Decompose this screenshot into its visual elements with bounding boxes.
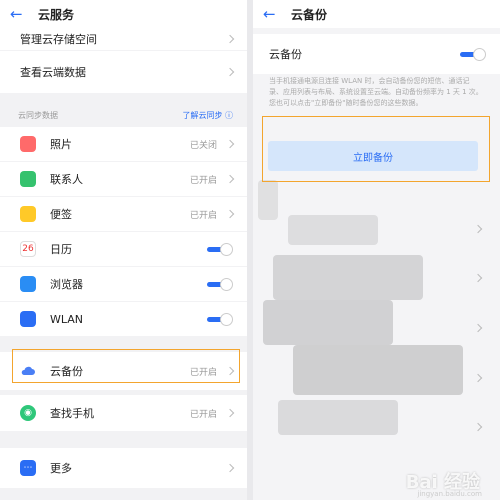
item-status: 已开启 xyxy=(189,409,217,420)
page-title: 云备份 xyxy=(291,7,328,22)
header: ← 云服务 xyxy=(0,0,247,28)
section-label: 云同步数据 xyxy=(18,111,58,120)
chevron-right-icon xyxy=(225,174,235,184)
item-label: 便签 xyxy=(50,208,72,221)
chevron-right-icon xyxy=(225,139,235,149)
chevron-right-icon xyxy=(225,209,235,219)
manage-storage-item[interactable]: 管理云存储空间 xyxy=(0,28,247,50)
chevron-right-icon xyxy=(473,323,483,333)
redacted-block xyxy=(258,180,278,220)
chevron-right-icon xyxy=(225,463,235,473)
cloud-backup-toggle-row[interactable]: 云备份 xyxy=(253,34,500,74)
find-phone-icon: ◉ xyxy=(20,405,36,421)
chevron-right-icon xyxy=(473,273,483,283)
more-item[interactable]: ⋯ 更多 xyxy=(0,448,247,488)
photo-icon xyxy=(20,136,36,152)
back-arrow-icon[interactable]: ← xyxy=(263,5,285,23)
sync-item[interactable]: 联系人 已开启 xyxy=(0,162,247,196)
redacted-block xyxy=(263,300,393,345)
backup-description: 当手机接通电源且连接 WLAN 时，会自动备份您的短信、通话记录、应用列表与布局… xyxy=(269,77,483,107)
sync-toggle[interactable] xyxy=(207,277,233,291)
sync-item[interactable]: 浏览器 xyxy=(0,267,247,301)
sync-item[interactable]: WLAN xyxy=(0,302,247,336)
item-label: 云备份 xyxy=(269,48,302,61)
item-label: 查找手机 xyxy=(50,407,94,420)
highlight-box xyxy=(262,116,490,182)
calendar-icon: 26 xyxy=(20,241,36,257)
more-icon: ⋯ xyxy=(20,460,36,476)
chevron-right-icon xyxy=(473,422,483,432)
redacted-block xyxy=(273,255,423,300)
item-label: 联系人 xyxy=(50,173,83,186)
chevron-right-icon xyxy=(225,34,235,44)
cloud-backup-toggle[interactable] xyxy=(460,47,486,61)
notes-icon xyxy=(20,206,36,222)
cloud-backup-screen: ← 云备份 云备份 当手机接通电源且连接 WLAN 时，会自动备份您的短信、通话… xyxy=(253,0,500,500)
page-title: 云服务 xyxy=(38,7,75,22)
chevron-right-icon xyxy=(473,224,483,234)
header: ← 云备份 xyxy=(253,0,500,28)
cloud-service-screen: ← 云服务 管理云存储空间 查看云端数据 云同步数据 了解云同步 ⓘ 照片 已关闭… xyxy=(0,0,247,500)
sync-item[interactable]: 26 日历 xyxy=(0,232,247,266)
view-cloud-data-item[interactable]: 查看云端数据 xyxy=(0,51,247,93)
chevron-right-icon xyxy=(225,67,235,77)
find-phone-item[interactable]: ◉ 查找手机 已开启 xyxy=(0,395,247,431)
sync-toggle[interactable] xyxy=(207,242,233,256)
chevron-right-icon xyxy=(473,373,483,383)
item-status: 已关闭 xyxy=(189,140,217,151)
item-label: WLAN xyxy=(50,312,84,326)
item-status: 已开启 xyxy=(189,175,217,186)
item-label: 更多 xyxy=(50,462,72,475)
item-label: 管理云存储空间 xyxy=(20,33,97,46)
item-label: 查看云端数据 xyxy=(20,66,86,79)
item-label: 日历 xyxy=(50,243,72,256)
learn-sync-link[interactable]: 了解云同步 ⓘ xyxy=(182,110,233,121)
baidu-watermark-url: jingyan.baidu.com xyxy=(417,490,482,498)
redacted-block xyxy=(288,215,378,245)
item-status: 已开启 xyxy=(189,210,217,221)
browser-icon xyxy=(20,276,36,292)
item-label: 照片 xyxy=(50,138,72,151)
wifi-icon xyxy=(20,311,36,327)
contacts-icon xyxy=(20,171,36,187)
sync-item[interactable]: 便签 已开启 xyxy=(0,197,247,231)
back-arrow-icon[interactable]: ← xyxy=(10,5,32,23)
sync-item[interactable]: 照片 已关闭 xyxy=(0,127,247,161)
highlight-box xyxy=(12,349,240,383)
chevron-right-icon xyxy=(225,408,235,418)
redacted-block xyxy=(293,345,463,395)
redacted-block xyxy=(278,400,398,435)
item-label: 浏览器 xyxy=(50,278,83,291)
sync-toggle[interactable] xyxy=(207,312,233,326)
